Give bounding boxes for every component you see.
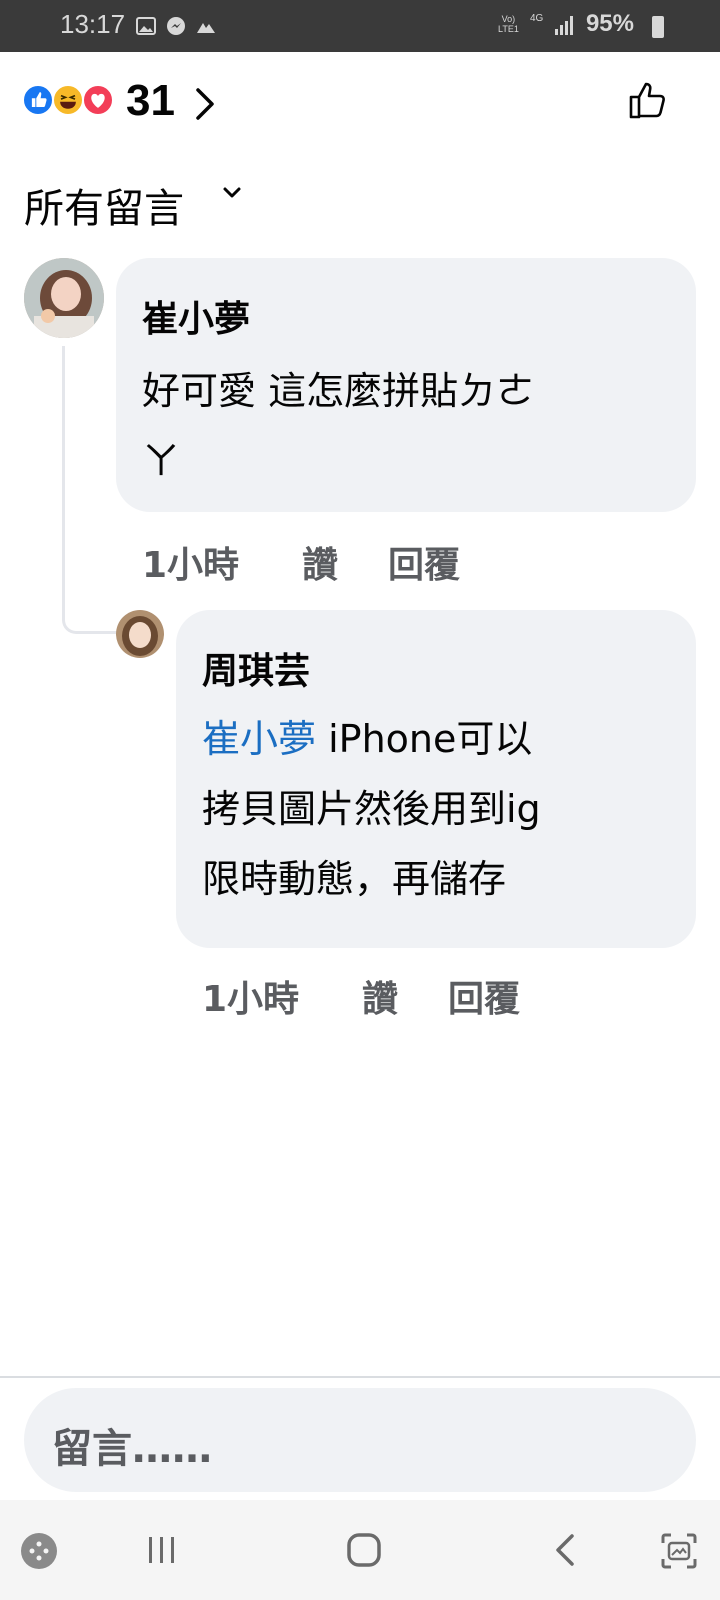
gallery-icon [136,17,156,35]
screenshot-icon[interactable] [660,1532,698,1570]
signal-icon [555,16,573,35]
haha-reaction-icon [52,84,84,116]
reply-avatar[interactable] [116,610,164,658]
reply-thread-line [62,346,118,634]
reply-text: 崔小夢 iPhone可以 拷貝圖片然後用到ig 限時動態，再儲存 [202,717,541,901]
comment-input[interactable]: 留言…… [24,1388,696,1492]
reply-time: 1小時 [202,979,300,1020]
mention-link[interactable]: 崔小夢 [202,717,316,761]
reaction-count: 31 [126,76,175,125]
reply-reply-button[interactable]: 回覆 [448,970,520,1022]
comment-time: 1小時 [142,545,240,586]
back-icon[interactable] [552,1532,578,1568]
like-reaction-icon [22,84,54,116]
network-type: 4G [530,13,544,24]
messenger-icon [167,17,185,35]
mountain-icon [197,23,215,33]
recent-apps-icon[interactable] [146,1534,178,1566]
avatar-photo [24,258,104,338]
comment-like-button[interactable]: 讚 [302,536,338,588]
comment-reply-button[interactable]: 回覆 [388,536,460,588]
avatar[interactable] [24,258,104,338]
status-bar: 13:17 Vo) LTE1 4G 95% [0,0,720,52]
comment-input-placeholder: 留言…… [52,1426,212,1472]
love-reaction-icon [82,84,114,116]
volte-indicator: Vo) LTE1 [498,14,519,34]
chevron-down-icon[interactable] [222,186,242,200]
like-icon[interactable] [628,80,668,120]
reply-author[interactable]: 周琪芸 [202,642,310,694]
reply-avatar-photo [116,610,164,658]
game-launcher-icon[interactable] [20,1532,58,1570]
battery-percent: 95% [585,10,634,37]
composer-divider [0,1376,720,1378]
comment-text: 好可愛 這怎麼拼貼ㄉㄜ ㄚ [142,369,535,483]
battery-icon [652,16,664,38]
reply-like-button[interactable]: 讚 [362,970,398,1022]
chevron-right-icon [196,88,214,120]
comment-filter-label[interactable]: 所有留言 [24,176,184,234]
home-icon[interactable] [346,1532,382,1568]
system-nav-bar [0,1500,720,1600]
status-time: 13:17 [60,9,126,39]
comment-author[interactable]: 崔小夢 [142,290,250,342]
